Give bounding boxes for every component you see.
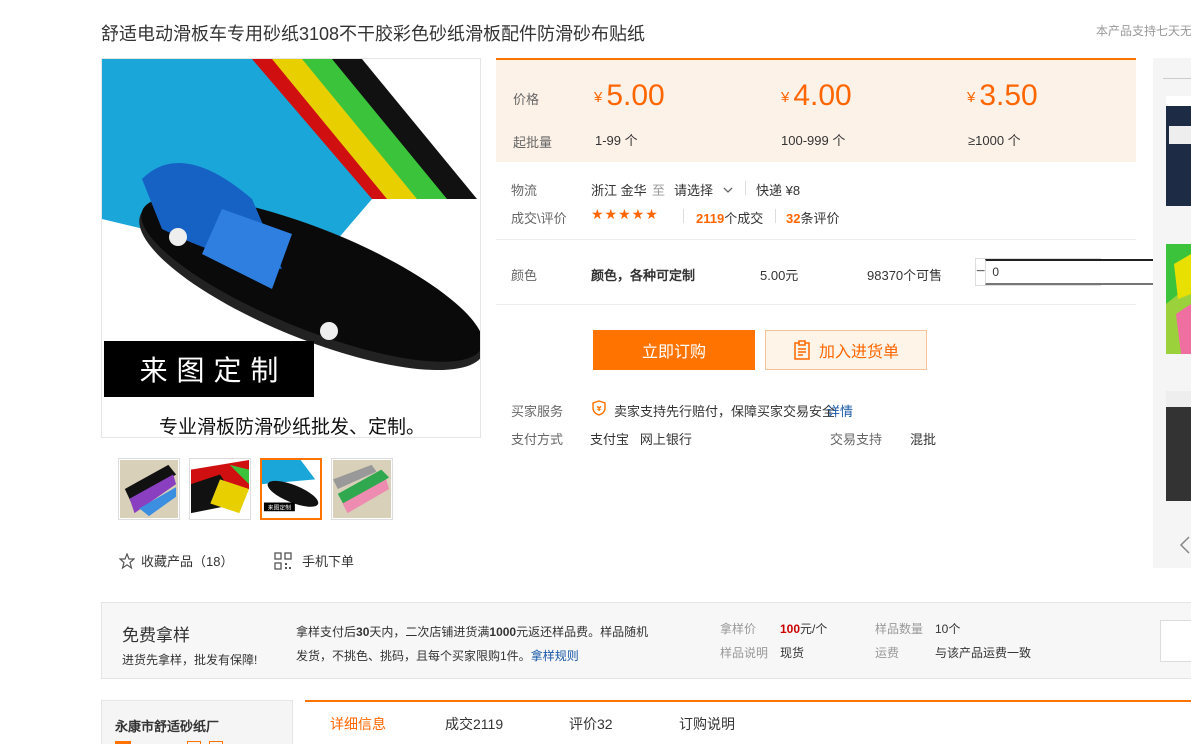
service-label: 买家服务 (511, 404, 564, 419)
sidebar-divider (1163, 78, 1191, 79)
price-panel: 价格 起批量 ¥5.00 ¥4.00 ¥3.50 1-99 个 100-999 … (496, 58, 1136, 162)
range-tier-3: ≥1000 个 (968, 133, 1021, 148)
service-detail-link[interactable]: 详情 (827, 401, 853, 420)
rating-stars: ★★★★★ (591, 206, 659, 222)
logistics-label: 物流 (511, 183, 538, 198)
quantity-input[interactable] (985, 259, 1155, 285)
banner-text: 来 图 定 制 (140, 354, 279, 387)
sample-price-label: 拿样价 (720, 622, 757, 636)
free-sample-panel: 免费拿样 进货先拿样，批发有保障! 拿样支付后30天内，二次店铺进货满1000元… (101, 602, 1191, 679)
shop-name[interactable]: 永康市舒适砂纸厂 (115, 716, 219, 735)
caption-text: 专业滑板防滑砂纸批发、定制。 (159, 416, 425, 438)
tab-reviews[interactable]: 评价32 (569, 714, 613, 734)
moq-label: 起批量 (513, 135, 553, 150)
quantity-stepper: − + (975, 258, 1164, 286)
sample-shipping-value: 与该产品运费一致 (935, 646, 1032, 660)
sku-name: 颜色，各种可定制 (591, 268, 696, 283)
favorite-button[interactable]: 收藏产品（18） (119, 551, 233, 570)
sample-desc-value: 现货 (780, 646, 805, 660)
payment-methods: 支付宝 网上银行 (590, 432, 692, 447)
recommend-thumb-1[interactable] (1166, 96, 1191, 206)
payment-label: 支付方式 (511, 432, 564, 447)
trade-support-value: 混批 (910, 432, 937, 447)
price-tier-2: ¥4.00 (781, 79, 852, 112)
recommend-thumb-3[interactable] (1166, 391, 1191, 501)
reviews-label: 成交\评价 (511, 211, 567, 226)
range-tier-2: 100-999 个 (781, 133, 846, 148)
separator (745, 181, 746, 195)
favorite-label: 收藏产品（18） (141, 554, 234, 569)
recommend-thumb-2[interactable] (1166, 244, 1191, 354)
tab-transactions[interactable]: 成交2119 (445, 714, 503, 734)
decrease-button[interactable]: − (976, 259, 986, 285)
sample-count-label: 样品数量 (875, 622, 924, 636)
price-label: 价格 (513, 92, 540, 107)
trade-support-label: 交易支持 (830, 432, 883, 447)
destination-select[interactable]: 请选择 (674, 180, 733, 199)
thumbnail-4[interactable] (331, 458, 393, 520)
tab-order-notes[interactable]: 订购说明 (679, 714, 735, 734)
separator (775, 209, 776, 223)
qr-code-icon (274, 551, 292, 570)
sku-price: 5.00元 (760, 268, 799, 283)
express-fee: 快递 ¥8 (756, 183, 801, 198)
shield-icon: ¥ (592, 400, 606, 416)
tab-details[interactable]: 详细信息 (330, 714, 386, 734)
ship-from: 浙江 金华 (591, 183, 647, 198)
add-to-cart-button[interactable]: 加入进货单 (765, 330, 927, 370)
price-tier-3: ¥3.50 (967, 79, 1038, 112)
sample-shipping-label: 运费 (875, 646, 900, 660)
sample-order-button[interactable] (1160, 620, 1191, 662)
mobile-order-button[interactable]: 手机下单 (274, 551, 354, 570)
service-text: 卖家支持先行赔付，保障买家交易安全 (614, 404, 836, 419)
sample-price: 100元/个 (780, 622, 828, 636)
thumbnail-1[interactable] (118, 458, 180, 520)
svg-text:¥: ¥ (597, 405, 602, 413)
thumbnail-3[interactable]: 来图定制 (260, 458, 322, 520)
mobile-order-label: 手机下单 (302, 554, 355, 569)
range-tier-1: 1-99 个 (595, 133, 638, 148)
shop-info: 永康市舒适砂纸厂 (101, 700, 293, 744)
main-product-image[interactable]: 来 图 定 制 专业滑板防滑砂纸批发、定制。 (101, 58, 481, 438)
divider (496, 304, 1136, 305)
price-tier-1: ¥5.00 (594, 79, 665, 112)
separator (683, 209, 684, 223)
thumbnail-2[interactable] (189, 458, 251, 520)
sku-stock: 98370个可售 (867, 268, 943, 283)
thumbnail-list: 来图定制 (118, 458, 393, 520)
destination-select-value: 请选择 (674, 183, 714, 198)
divider (496, 239, 1136, 240)
clipboard-icon (794, 340, 810, 360)
sample-rules-link[interactable]: 拿样规则 (531, 649, 579, 663)
buy-now-button[interactable]: 立即订购 (593, 330, 755, 370)
sku-label: 颜色 (511, 268, 538, 283)
product-title: 舒适电动滑板车专用砂纸3108不干胶彩色砂纸滑板配件防滑砂布贴纸 (101, 24, 646, 44)
sample-description: 拿样支付后30天内，二次店铺进货满1000元返还样品费。样品随机发货，不挑色、挑… (296, 625, 649, 663)
sample-subtitle: 进货先拿样，批发有保障! (122, 653, 258, 667)
thumbnail-3-caption: 来图定制 (268, 503, 291, 511)
review-count[interactable]: 32条评价 (786, 208, 839, 227)
chevron-down-icon (723, 187, 733, 193)
ship-to-word: 至 (652, 183, 666, 198)
detail-tabs: 详细信息 成交2119 评价32 订购说明 (305, 700, 1191, 744)
deals-count[interactable]: 2119个成交 (696, 208, 763, 227)
chevron-left-icon[interactable] (1179, 536, 1191, 554)
add-to-cart-label: 加入进货单 (818, 344, 899, 361)
star-icon (119, 552, 135, 569)
return-policy-notice: 本产品支持七天无 (1096, 24, 1191, 38)
sample-title: 免费拿样 (122, 626, 190, 645)
sample-count-value: 10个 (935, 622, 961, 636)
sample-desc-label: 样品说明 (720, 646, 769, 660)
